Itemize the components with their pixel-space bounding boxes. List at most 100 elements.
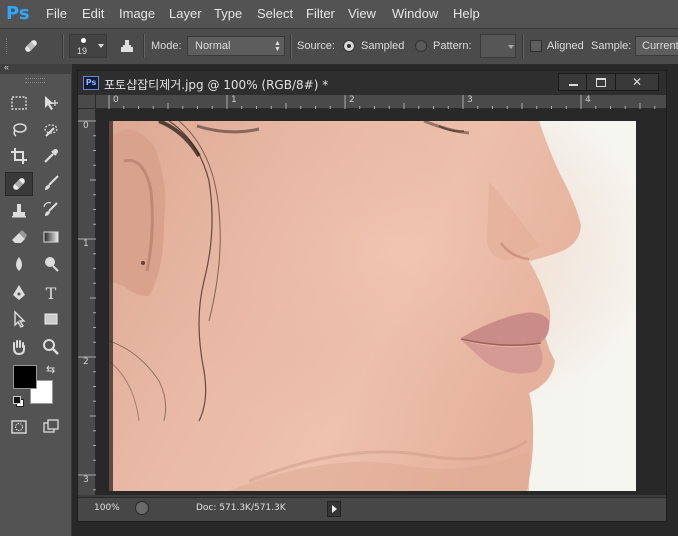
- menu-view[interactable]: View: [348, 0, 376, 28]
- screen-mode-icon[interactable]: [38, 416, 64, 438]
- ruler-horizontal[interactable]: 0 1 2 3 4: [96, 95, 666, 109]
- chevron-down-icon: [98, 44, 104, 48]
- menu-select[interactable]: Select: [257, 0, 293, 28]
- ruler-horizontal-ticks: [108, 95, 656, 109]
- app-logo: Ps: [6, 3, 30, 24]
- brush-size: 19: [77, 46, 88, 56]
- spot-healing-brush-tool-icon[interactable]: [5, 172, 33, 196]
- healing-brush-preset-icon[interactable]: [18, 35, 44, 57]
- mode-label: Mode:: [151, 40, 182, 52]
- collapse-icon[interactable]: «: [4, 62, 9, 72]
- menu-type[interactable]: Type: [214, 0, 242, 28]
- quick-selection-tool-icon[interactable]: [38, 119, 64, 141]
- ruler-label: 2: [83, 357, 89, 367]
- updown-icon: ▲ ▼: [274, 40, 281, 53]
- sampled-label: Sampled: [361, 40, 405, 52]
- path-selection-tool-icon[interactable]: [6, 308, 32, 330]
- ps-document-icon: Ps: [83, 76, 99, 90]
- close-button[interactable]: ✕: [615, 73, 659, 91]
- crop-tool-icon[interactable]: [6, 145, 32, 167]
- zoom-level[interactable]: 100%: [94, 503, 120, 513]
- close-icon: ✕: [631, 75, 643, 89]
- menu-bar: Ps File Edit Image Layer Type Select Fil…: [0, 0, 678, 28]
- document-window: Ps 포토샵잡티제거.jpg @ 100% (RGB/8#) * ✕ 0 1 2…: [77, 70, 667, 522]
- separator: [290, 34, 292, 58]
- gradient-tool-icon[interactable]: [38, 226, 64, 248]
- ruler-label: 4: [585, 95, 591, 105]
- tools-grip[interactable]: [25, 78, 45, 83]
- separator: [522, 34, 524, 58]
- sample-label: Sample:: [591, 40, 632, 52]
- minimize-button[interactable]: [558, 73, 588, 91]
- sampled-radio[interactable]: [343, 40, 355, 52]
- radio-dot-icon: [347, 44, 351, 48]
- menu-filter[interactable]: Filter: [306, 0, 335, 28]
- swap-colors-icon[interactable]: ⇆: [46, 363, 55, 376]
- lasso-tool-icon[interactable]: [6, 119, 32, 141]
- clone-stamp-tool-icon[interactable]: [6, 199, 32, 221]
- menu-image[interactable]: Image: [119, 0, 155, 28]
- options-grip[interactable]: [6, 38, 11, 54]
- clone-source-panel-icon[interactable]: [114, 35, 140, 57]
- ruler-label: 2: [349, 95, 355, 105]
- menu-edit[interactable]: Edit: [82, 0, 104, 28]
- svg-text:T: T: [46, 284, 57, 302]
- type-tool-icon[interactable]: T: [38, 282, 64, 304]
- ruler-label: 3: [83, 475, 89, 485]
- sample-value: Current: [642, 40, 678, 52]
- menu-help[interactable]: Help: [453, 0, 480, 28]
- ruler-label: 1: [231, 95, 237, 105]
- document-title-bar[interactable]: Ps 포토샵잡티제거.jpg @ 100% (RGB/8#) * ✕: [78, 71, 666, 95]
- default-colors-icon[interactable]: [13, 396, 24, 407]
- ruler-vertical[interactable]: 0 1 2 3: [78, 109, 96, 495]
- document-info: Doc: 571.3K/571.3K: [196, 503, 286, 513]
- ruler-origin[interactable]: [78, 95, 96, 109]
- canvas-area[interactable]: [96, 109, 666, 495]
- ruler-label: 3: [467, 95, 473, 105]
- photo-canvas[interactable]: [109, 121, 636, 491]
- mode-select[interactable]: Normal ▲ ▼: [187, 36, 285, 56]
- pen-tool-icon[interactable]: [6, 282, 32, 304]
- history-brush-tool-icon[interactable]: [38, 199, 64, 221]
- menu-window[interactable]: Window: [392, 0, 438, 28]
- ruler-vertical-ticks: [78, 120, 96, 491]
- mode-value: Normal: [195, 40, 231, 52]
- document-title: 포토샵잡티제거.jpg @ 100% (RGB/8#) *: [104, 78, 329, 92]
- menu-file[interactable]: File: [46, 0, 67, 28]
- ruler-label: 0: [113, 95, 119, 105]
- rectangle-tool-icon[interactable]: [38, 308, 64, 330]
- maximize-button[interactable]: [586, 73, 616, 91]
- pattern-label: Pattern:: [433, 40, 472, 52]
- maximize-icon: [596, 77, 606, 87]
- sample-select[interactable]: Current: [635, 36, 678, 56]
- source-label: Source:: [297, 40, 335, 52]
- ruler-label: 1: [83, 239, 89, 249]
- foreground-color-swatch[interactable]: [13, 365, 37, 389]
- brush-picker[interactable]: 19: [69, 34, 107, 58]
- chevron-down-icon: [508, 45, 514, 49]
- eraser-tool-icon[interactable]: [6, 226, 32, 248]
- aligned-checkbox[interactable]: [530, 40, 542, 52]
- play-arrow-icon: [332, 505, 337, 513]
- separator: [143, 34, 145, 58]
- status-menu-button[interactable]: [327, 501, 341, 517]
- aligned-label: Aligned: [547, 40, 584, 52]
- share-icon[interactable]: [135, 501, 149, 515]
- move-tool-icon[interactable]: [38, 92, 64, 114]
- brush-tip-icon: [81, 38, 86, 43]
- dodge-tool-icon[interactable]: [38, 253, 64, 275]
- hand-tool-icon[interactable]: [6, 336, 32, 358]
- brush-tool-icon[interactable]: [38, 172, 64, 194]
- eyedropper-tool-icon[interactable]: [38, 145, 64, 167]
- blur-tool-icon[interactable]: [6, 253, 32, 275]
- separator: [62, 34, 64, 58]
- zoom-tool-icon[interactable]: [38, 336, 64, 358]
- status-bar: 100% Doc: 571.3K/571.3K: [78, 497, 666, 521]
- tools-panel-header: «: [0, 62, 72, 74]
- menu-layer[interactable]: Layer: [169, 0, 202, 28]
- quick-mask-icon[interactable]: [6, 416, 32, 438]
- ruler-label: 0: [83, 121, 89, 131]
- pattern-radio[interactable]: [415, 40, 427, 52]
- pattern-picker[interactable]: [480, 34, 516, 58]
- marquee-tool-icon[interactable]: [6, 92, 32, 114]
